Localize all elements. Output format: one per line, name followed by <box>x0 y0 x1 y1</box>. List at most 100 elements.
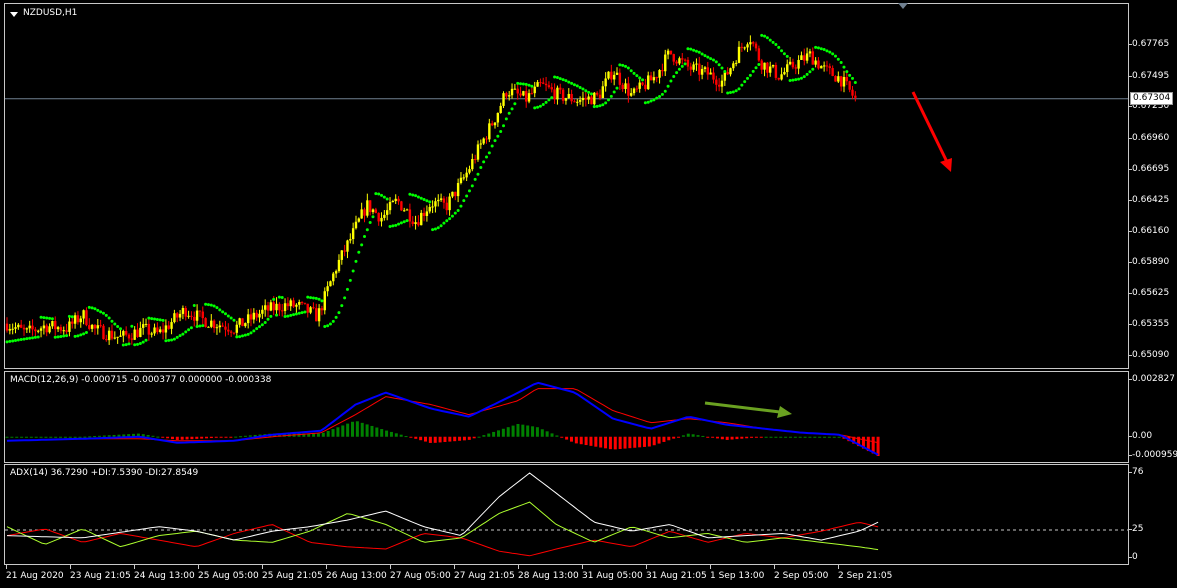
macd-pane[interactable]: MACD(12,26,9) -0.000715 -0.000377 0.0000… <box>4 371 1129 463</box>
macd-histogram-bar <box>730 436 734 440</box>
candle-body <box>726 72 729 75</box>
sar-dot <box>283 315 287 319</box>
candle-body <box>854 95 857 98</box>
macd-histogram-bar <box>146 434 150 437</box>
macd-scale[interactable]: 0.002827 0.00 -0.000959 <box>1129 371 1177 463</box>
candle-body <box>794 67 797 69</box>
macd-histogram-bar <box>613 436 617 450</box>
sar-dot <box>223 312 227 316</box>
candle-body <box>229 331 233 333</box>
macd-histogram-bar <box>156 436 160 438</box>
sar-dot <box>734 89 738 93</box>
macd-histogram-bar <box>779 436 783 438</box>
price-tick-label: 0.65090 <box>1132 350 1170 361</box>
macd-histogram-bar <box>83 436 87 438</box>
macd-histogram-bar <box>745 436 749 439</box>
candle-body <box>51 321 54 327</box>
sar-dot <box>45 316 49 320</box>
macd-histogram-bar <box>711 436 715 438</box>
chevron-down-icon[interactable] <box>10 12 18 17</box>
macd-histogram-bar <box>15 436 19 438</box>
sar-dot <box>652 98 656 102</box>
sar-dot <box>198 324 202 328</box>
sar-dot <box>499 129 503 133</box>
candle-body <box>559 87 562 90</box>
time-axis[interactable]: 21 Aug 2020 23 Aug 21:05 24 Aug 13:00 25 Au… <box>4 565 1129 585</box>
candle-body <box>164 325 168 333</box>
candle-body <box>124 331 128 335</box>
time-label: 1 Sep 13:00 <box>710 565 765 581</box>
macd-histogram-bar <box>759 436 763 438</box>
candle-body <box>343 250 346 252</box>
sar-dot <box>104 313 108 317</box>
candle-body <box>769 66 772 73</box>
macd-histogram-bar <box>774 436 778 438</box>
sar-dot <box>675 71 679 75</box>
sar-dot <box>592 105 596 109</box>
sar-dot <box>777 45 781 49</box>
price-chart-svg[interactable] <box>5 4 1129 369</box>
candle-body <box>533 86 536 94</box>
candle-body <box>351 228 355 240</box>
sar-dot <box>737 87 741 91</box>
candle-body <box>490 123 494 126</box>
sar-dot <box>84 330 88 334</box>
chart-window: NZDUSD,H1 0.67765 0.67495 0.67230 0.66960 0.… <box>0 0 1177 588</box>
macd-histogram-bar <box>97 435 101 437</box>
sar-dot <box>694 49 698 53</box>
sar-dot <box>331 319 335 323</box>
sar-dot <box>584 89 588 93</box>
macd-histogram-bar <box>667 436 671 441</box>
sar-dot <box>90 306 94 310</box>
price-chart-pane[interactable]: NZDUSD,H1 <box>4 3 1129 369</box>
candle-body <box>763 62 766 70</box>
price-scale[interactable]: 0.67765 0.67495 0.67230 0.66960 0.66695 0.664… <box>1129 3 1177 369</box>
sar-dot <box>189 326 193 330</box>
candle-body <box>678 58 681 64</box>
macd-histogram-bar <box>316 433 320 437</box>
sar-dot <box>328 322 332 326</box>
sar-dot <box>510 107 514 111</box>
sar-dot <box>484 155 488 159</box>
candle-body <box>632 88 636 94</box>
sar-dot <box>394 223 398 227</box>
candle-body <box>661 70 664 72</box>
macd-tick-label: -0.000959 <box>1132 450 1177 460</box>
macd-histogram-bar <box>438 436 442 443</box>
macd-histogram-bar <box>44 436 48 438</box>
candle-body <box>5 323 9 331</box>
sar-dot <box>167 338 171 342</box>
current-price-badge: 0.67304 <box>1130 91 1174 105</box>
adx-scale[interactable]: 76 25 0 <box>1129 464 1177 565</box>
sar-dot <box>314 296 318 300</box>
candle-body <box>326 286 329 292</box>
sar-dot <box>93 307 97 311</box>
chart-shift-marker-icon[interactable] <box>898 3 908 9</box>
candle-body <box>476 144 480 160</box>
macd-histogram-bar <box>628 436 632 449</box>
candle-body <box>37 330 40 332</box>
sar-dot <box>771 40 775 44</box>
time-label: 25 Aug 05:00 <box>198 565 259 581</box>
candle-body <box>831 68 834 76</box>
sar-dot <box>147 316 151 320</box>
macd-histogram-bar <box>453 436 457 442</box>
candle-body <box>212 320 216 328</box>
sar-dot <box>439 224 443 228</box>
sar-dot <box>11 339 15 343</box>
candle-body <box>459 177 463 183</box>
macd-histogram-bar <box>642 436 646 447</box>
sar-dot <box>351 269 355 273</box>
macd-histogram-bar <box>482 435 486 437</box>
adx-pane[interactable]: ADX(14) 36.7290 +DI:7.5390 -DI:27.8549 <box>4 464 1129 565</box>
price-tick-label: 0.65890 <box>1132 257 1170 268</box>
candle-body <box>740 46 744 48</box>
macd-histogram-bar <box>433 436 437 443</box>
sar-dot <box>794 78 798 82</box>
macd-histogram-bar <box>584 436 588 446</box>
sar-dot <box>348 278 352 282</box>
macd-histogram-bar <box>170 436 174 440</box>
candle-body <box>241 318 244 327</box>
candle-body <box>581 97 585 101</box>
macd-histogram-bar <box>370 425 374 437</box>
